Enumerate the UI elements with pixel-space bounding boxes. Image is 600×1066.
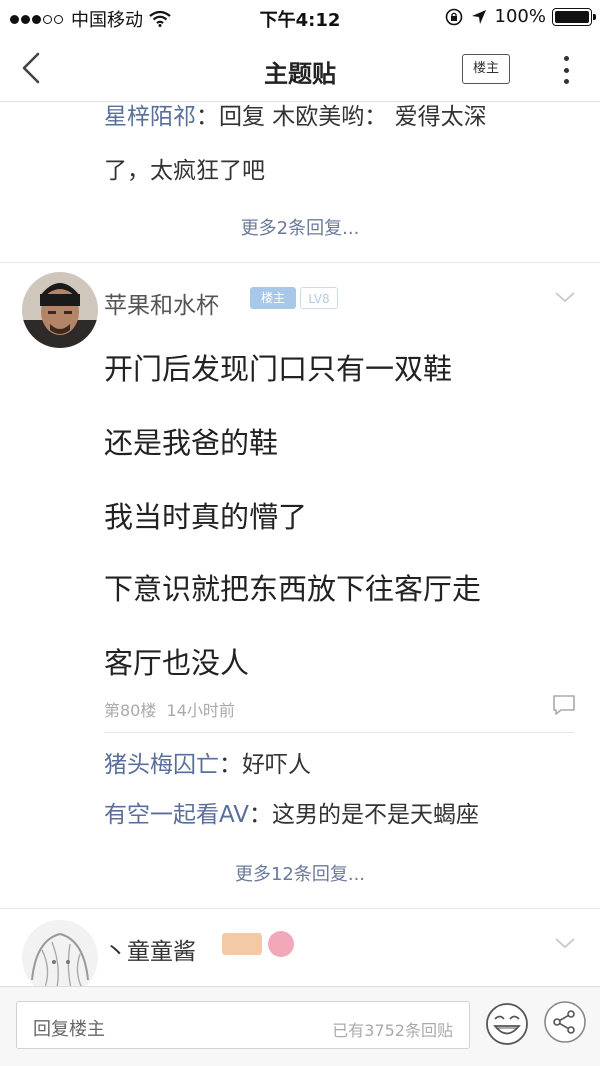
post-divider bbox=[0, 262, 600, 263]
avatar[interactable] bbox=[22, 920, 98, 996]
more-options-icon[interactable] bbox=[556, 52, 576, 88]
owner-badge: 楼主 bbox=[250, 287, 296, 309]
post-text-line: 还是我爸的鞋 bbox=[104, 426, 279, 460]
post-text-line: 下意识就把东西放下往客厅走 bbox=[104, 572, 482, 606]
post-text-line: 我当时真的懵了 bbox=[104, 500, 308, 534]
battery-icon bbox=[552, 7, 596, 26]
reply-text: ：好吓人 bbox=[219, 752, 311, 778]
chevron-down-icon[interactable] bbox=[554, 936, 576, 950]
level-badge: LV8 bbox=[300, 287, 338, 309]
emoji-icon[interactable] bbox=[482, 999, 532, 1049]
post-divider bbox=[0, 908, 600, 909]
floor-number: 第80楼 bbox=[104, 701, 157, 720]
reply-count: 已有3752条回贴 bbox=[332, 1021, 453, 1040]
reply-placeholder: 回复楼主 bbox=[33, 1019, 105, 1040]
only-owner-button[interactable]: 楼主 bbox=[462, 54, 510, 84]
poster-name[interactable]: 丶童童酱 bbox=[104, 932, 196, 966]
chevron-down-icon[interactable] bbox=[554, 290, 576, 304]
reply-text: ：回复 木欧美哟： 爱得太深 bbox=[196, 104, 487, 130]
reply-author[interactable]: 星梓陌祁 bbox=[104, 104, 196, 130]
more-replies-link[interactable]: 更多12条回复... bbox=[0, 860, 600, 886]
location-arrow-icon bbox=[471, 9, 486, 24]
sub-reply-continued: 了，太疯狂了吧 bbox=[104, 158, 265, 184]
post-time: 14小时前 bbox=[166, 701, 235, 720]
bottom-bar: 回复楼主 已有3752条回贴 bbox=[0, 986, 600, 1066]
comment-icon[interactable] bbox=[552, 694, 576, 716]
nav-bar: 主题贴 楼主 bbox=[0, 34, 600, 102]
poster-name[interactable]: 苹果和水杯 bbox=[104, 286, 219, 320]
level-badge bbox=[222, 933, 262, 955]
post-text-line: 开门后发现门口只有一双鞋 bbox=[104, 352, 453, 386]
reply-author[interactable]: 有空一起看AV bbox=[104, 802, 249, 828]
reply-text: ：这男的是不是天蝎座 bbox=[249, 802, 479, 828]
sub-reply: 猪头梅囚亡：好吓人 bbox=[104, 750, 574, 780]
more-replies-link[interactable]: 更多2条回复... bbox=[0, 214, 600, 240]
medal-badge bbox=[268, 931, 294, 957]
sub-reply: 有空一起看AV：这男的是不是天蝎座 bbox=[104, 800, 574, 830]
reply-divider bbox=[104, 732, 574, 733]
reply-author[interactable]: 猪头梅囚亡 bbox=[104, 752, 219, 778]
floor-info: 第80楼 14小时前 bbox=[104, 697, 235, 721]
post-text-line: 客厅也没人 bbox=[104, 646, 250, 680]
avatar[interactable] bbox=[22, 272, 98, 348]
share-icon[interactable] bbox=[542, 999, 588, 1045]
status-bar: 中国移动 下午4:12 100% bbox=[0, 0, 600, 34]
battery-percent: 100% bbox=[494, 6, 546, 27]
sub-reply: 星梓陌祁：回复 木欧美哟： 爱得太深 bbox=[104, 102, 574, 132]
reply-input[interactable]: 回复楼主 已有3752条回贴 bbox=[16, 1001, 470, 1049]
status-right: 100% bbox=[445, 6, 596, 27]
orientation-lock-icon bbox=[445, 8, 462, 25]
page-title: 主题贴 bbox=[264, 60, 336, 88]
